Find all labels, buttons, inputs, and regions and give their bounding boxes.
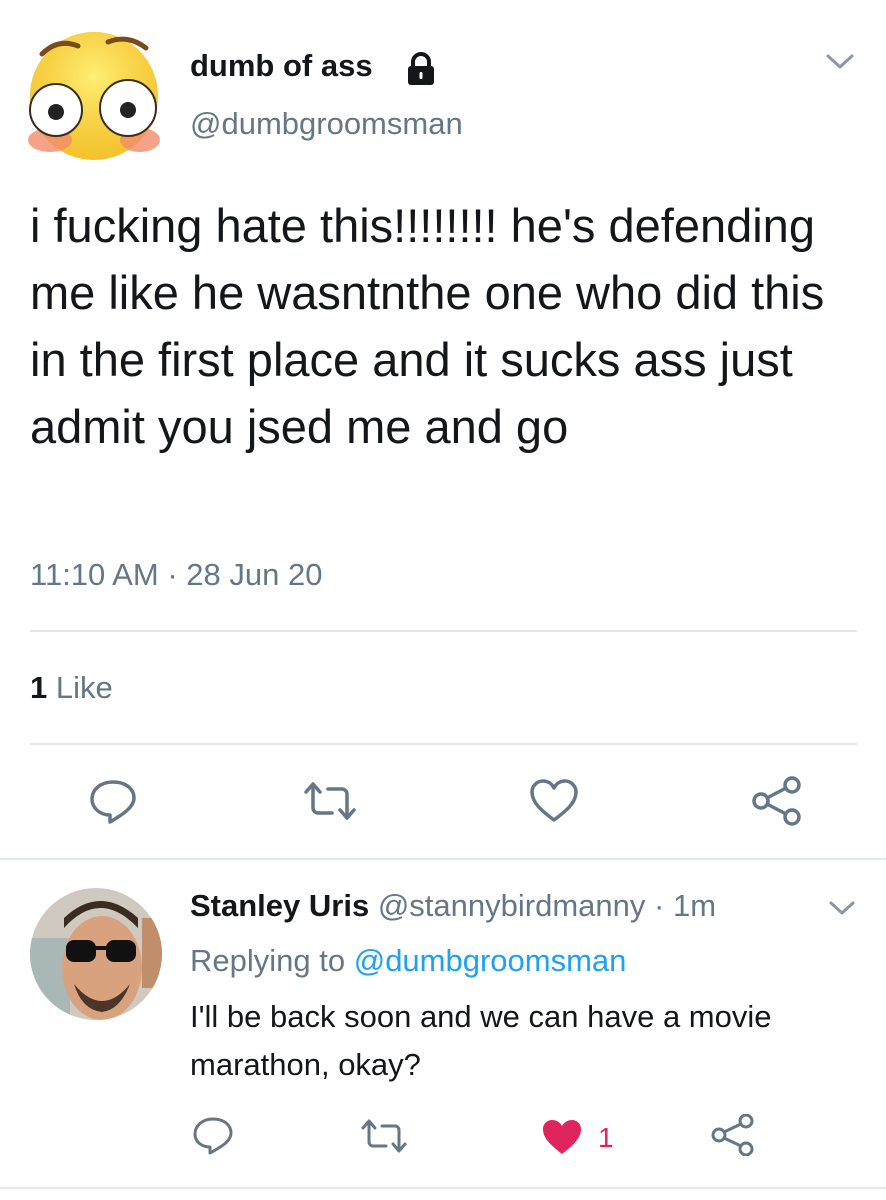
likes-summary[interactable]: 1 Like [30, 670, 113, 706]
tweet-time: 11:10 AM [30, 557, 159, 592]
author-avatar[interactable] [28, 30, 160, 162]
likes-count: 1 [30, 670, 48, 705]
meta-separator: · [654, 888, 665, 923]
reply-icon[interactable] [192, 1116, 234, 1156]
reply-author-name[interactable]: Stanley Uris [190, 888, 369, 923]
share-icon[interactable] [710, 1114, 756, 1156]
reply-text: I'll be back soon and we can have a movi… [190, 999, 772, 1082]
author-name[interactable]: dumb of ass [190, 48, 373, 84]
divider [0, 1187, 886, 1189]
retweet-icon[interactable] [360, 1118, 408, 1154]
chevron-down-icon[interactable] [823, 50, 857, 74]
share-icon[interactable] [750, 776, 804, 826]
lock-icon [403, 51, 439, 87]
like-icon[interactable] [528, 778, 580, 824]
divider [0, 858, 886, 860]
reply-icon[interactable] [88, 778, 138, 824]
like-icon-filled[interactable] [540, 1117, 584, 1157]
divider [30, 630, 857, 632]
divider [30, 743, 857, 745]
meta-separator: · [167, 557, 178, 592]
retweet-icon[interactable] [302, 780, 358, 822]
replying-to: Replying to @dumbgroomsman [190, 943, 626, 979]
replying-handle-link[interactable]: @dumbgroomsman [354, 943, 627, 978]
chevron-down-icon[interactable] [825, 898, 859, 920]
likes-label: Like [55, 670, 113, 705]
reply-author-avatar[interactable] [30, 888, 162, 1020]
reply-time[interactable]: 1m [673, 888, 716, 923]
tweet-timestamp[interactable]: 11:10 AM · 28 Jun 20 [30, 557, 322, 593]
tweet-text: i fucking hate this!!!!!!!! he's defendi… [30, 199, 825, 453]
reply-like-count: 1 [598, 1122, 614, 1153]
replying-prefix: Replying to [190, 943, 346, 978]
reply-header: Stanley Uris @stannybirdmanny · 1m [190, 888, 716, 924]
tweet-date: 28 Jun 20 [186, 557, 323, 592]
reply-author-handle[interactable]: @stannybirdmanny [378, 888, 646, 923]
author-handle[interactable]: @dumbgroomsman [190, 106, 463, 142]
